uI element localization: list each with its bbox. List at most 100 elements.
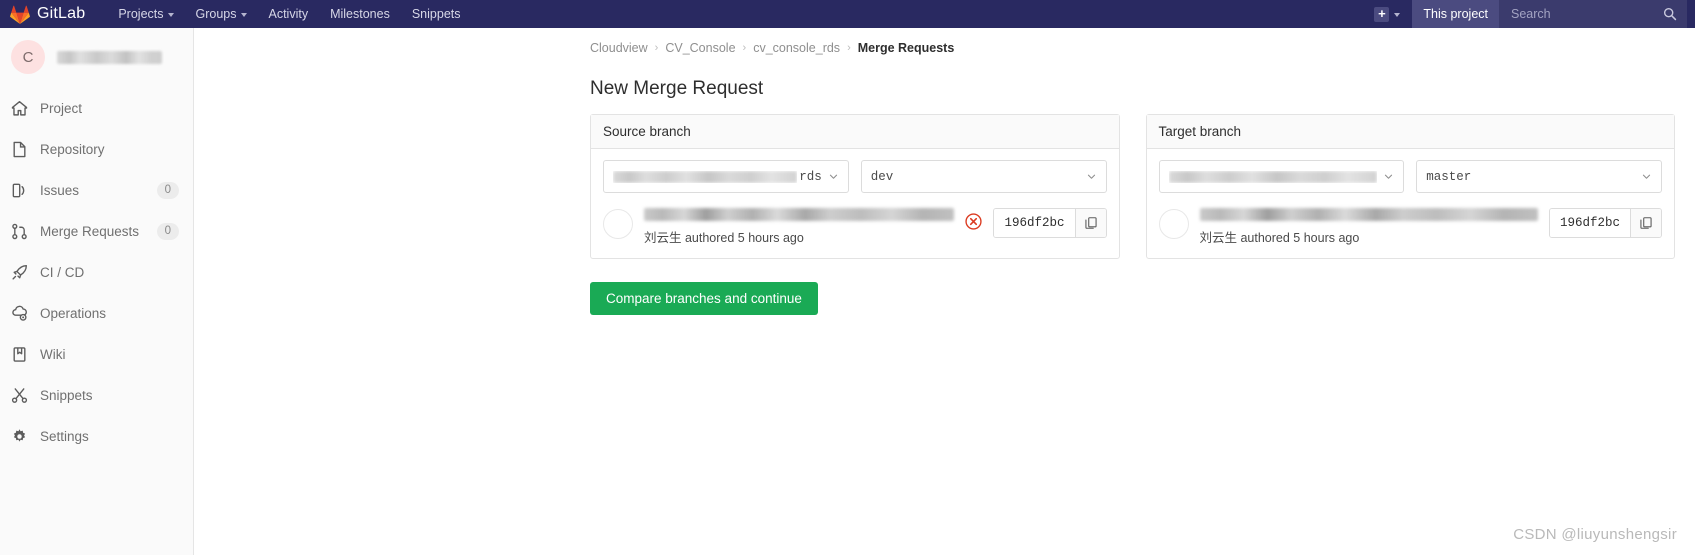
sidebar-item-ci-cd-label: CI / CD [40, 265, 85, 280]
sidebar-item-snippets-label: Snippets [40, 388, 93, 403]
target-commit-message-redacted [1199, 208, 1538, 221]
sidebar-item-merge-requests-label: Merge Requests [40, 224, 140, 239]
copy-sha-button[interactable] [1630, 209, 1661, 237]
sidebar-item-wiki-label: Wiki [40, 347, 66, 362]
breadcrumb-item-cloudview[interactable]: Cloudview [590, 41, 648, 55]
breadcrumb-item-merge-requests[interactable]: Merge Requests [858, 41, 955, 55]
target-commit-row: 刘云生 authored 5 hours ago 196df2bc [1158, 193, 1662, 246]
sidebar-item-settings-label: Settings [40, 429, 89, 444]
nav-link-projects[interactable]: Projects [107, 0, 184, 28]
search-input[interactable] [1509, 6, 1677, 22]
merge-requests-count-badge: 0 [156, 223, 179, 240]
sidebar-item-settings[interactable]: Settings [0, 416, 193, 457]
project-name-redacted [57, 50, 162, 64]
breadcrumb-item-cv-console-rds[interactable]: cv_console_rds [753, 41, 840, 55]
sidebar-item-project-label: Project [40, 101, 83, 116]
source-commit-info: 刘云生 authored 5 hours ago [644, 207, 955, 246]
breadcrumb-separator: › [654, 42, 659, 54]
nav-link-milestones[interactable]: Milestones [319, 0, 401, 28]
target-branch-title: Target branch [1146, 115, 1674, 149]
source-commit-message-redacted [644, 208, 955, 221]
target-commit-sha: 196df2bc [1549, 209, 1630, 237]
target-branch-body: master 刘云生 authored 5 hours ago 196df2bc [1147, 149, 1675, 258]
source-commit-sha: 196df2bc [994, 209, 1075, 237]
branch-panels: Source branch rds dev 刘云生 authored 5 hou… [194, 114, 1695, 259]
target-project-value-redacted [1168, 170, 1378, 183]
book-icon [13, 347, 26, 362]
breadcrumb-separator: › [847, 42, 851, 54]
new-item-dropdown[interactable]: + [1362, 0, 1412, 28]
plus-square-icon: + [1374, 6, 1390, 22]
nav-link-snippets[interactable]: Snippets [401, 0, 472, 28]
source-commit-author: 刘云生 authored 5 hours ago [644, 231, 804, 245]
search-scope-this-project[interactable]: This project [1412, 0, 1499, 28]
main-content: Cloudview › CV_Console › cv_console_rds … [194, 28, 1695, 555]
top-navbar: GitLab Projects Groups Activity Mileston… [0, 0, 1695, 28]
sidebar-item-repository-label: Repository [40, 142, 105, 157]
gitlab-fox-icon [10, 5, 30, 24]
chevron-down-icon [1087, 174, 1095, 179]
chevron-down-icon [1642, 174, 1651, 179]
cloud-gear-icon [12, 305, 27, 321]
sidebar-item-operations[interactable]: Operations [0, 293, 193, 334]
sidebar-item-project[interactable]: Project [0, 88, 193, 129]
error-circle-icon[interactable] [965, 213, 983, 230]
commit-author-avatar [1158, 209, 1189, 239]
copy-icon [1084, 217, 1097, 229]
sidebar-project-header[interactable]: C [0, 28, 193, 88]
sidebar-item-issues[interactable]: Issues 0 [0, 170, 193, 211]
project-avatar: C [11, 40, 45, 74]
watermark-text: CSDN @liuyunshengsir [1513, 526, 1677, 543]
sidebar-item-merge-requests[interactable]: Merge Requests 0 [0, 211, 193, 252]
search-field-wrapper[interactable] [1499, 0, 1687, 28]
issues-count-badge: 0 [156, 182, 179, 199]
navbar-right: + This project [1362, 0, 1687, 28]
target-branch-select[interactable]: master [1416, 160, 1662, 193]
nav-link-groups[interactable]: Groups [185, 0, 258, 28]
chevron-down-icon [167, 12, 174, 17]
copy-sha-button[interactable] [1074, 209, 1106, 237]
sidebar-item-snippets[interactable]: Snippets [0, 375, 193, 416]
source-project-select[interactable]: rds [603, 160, 849, 193]
source-branch-panel: Source branch rds dev 刘云生 authored 5 hou… [590, 114, 1120, 259]
copy-icon [1640, 217, 1652, 229]
project-sidebar: C Project Repository Issues 0 Merge Requ… [0, 28, 194, 555]
merge-request-icon [12, 223, 27, 240]
sidebar-item-operations-label: Operations [40, 306, 107, 321]
gitlab-logo-home-link[interactable]: GitLab [10, 5, 85, 24]
target-project-select[interactable] [1158, 160, 1405, 193]
target-commit-info: 刘云生 authored 5 hours ago [1199, 207, 1538, 246]
target-commit-author: 刘云生 authored 5 hours ago [1199, 231, 1360, 245]
chevron-down-icon [240, 12, 247, 17]
compare-branches-button[interactable]: Compare branches and continue [590, 282, 818, 315]
source-project-value-redacted [613, 170, 798, 183]
source-commit-row: 刘云生 authored 5 hours ago 196df2bc [603, 193, 1107, 246]
nav-link-activity[interactable]: Activity [258, 0, 320, 28]
sidebar-item-ci-cd[interactable]: CI / CD [0, 252, 193, 293]
target-branch-selects: master [1158, 160, 1662, 193]
sidebar-item-repository[interactable]: Repository [0, 129, 193, 170]
breadcrumb: Cloudview › CV_Console › cv_console_rds … [194, 28, 1695, 55]
gear-icon [13, 429, 26, 442]
target-branch-value: master [1426, 169, 1472, 184]
chevron-down-icon [829, 174, 837, 179]
source-branch-title: Source branch [591, 115, 1119, 149]
sidebar-item-wiki[interactable]: Wiki [0, 334, 193, 375]
target-branch-panel: Target branch master 刘云生 authored 5 hour… [1145, 114, 1675, 259]
source-branch-body: rds dev 刘云生 authored 5 hours ago 196df2b… [591, 149, 1119, 258]
source-project-value-tail: rds [799, 169, 822, 184]
nav-link-groups-label: Groups [195, 7, 237, 21]
scissors-icon [11, 388, 28, 403]
document-icon [13, 141, 26, 158]
nav-link-projects-label: Projects [118, 7, 164, 21]
rocket-icon [12, 265, 27, 280]
issues-icon [12, 183, 25, 198]
navbar-links: Projects Groups Activity Milestones Snip… [107, 0, 471, 28]
source-branch-value: dev [870, 169, 894, 184]
breadcrumb-separator: › [742, 42, 747, 54]
brand-name: GitLab [37, 5, 86, 22]
search-icon [1663, 7, 1677, 21]
breadcrumb-item-cv-console[interactable]: CV_Console [665, 41, 735, 55]
commit-author-avatar [603, 209, 633, 239]
source-branch-select[interactable]: dev [860, 160, 1107, 193]
